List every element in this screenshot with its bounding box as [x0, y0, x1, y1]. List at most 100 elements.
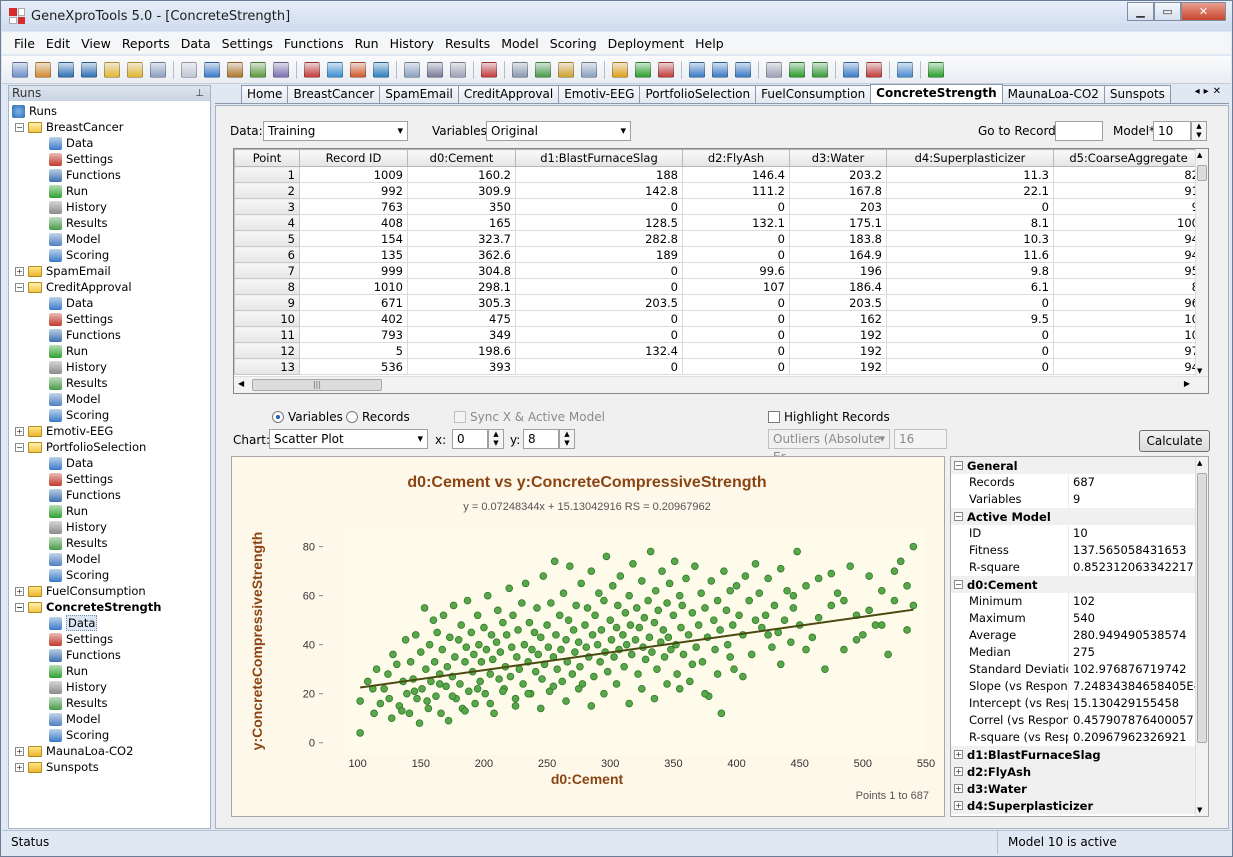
menu-file[interactable]: File	[14, 36, 35, 51]
table-cell[interactable]: 142.8	[515, 182, 683, 199]
new-file-icon[interactable]	[12, 61, 28, 78]
table-cell[interactable]: 671	[299, 294, 408, 311]
list-icon[interactable]	[581, 61, 597, 78]
tree-item-functions[interactable]: Functions	[49, 647, 121, 663]
table-cell[interactable]: 0	[886, 326, 1054, 343]
tree-item-model[interactable]: Model	[49, 231, 101, 247]
warning-icon[interactable]	[227, 61, 243, 78]
property-row[interactable]: R-square (vs Response 0.20967962326921	[951, 729, 1195, 746]
tree-item-results[interactable]: Results	[49, 535, 108, 551]
table-cell[interactable]: 9.5	[886, 310, 1054, 327]
table-cell[interactable]: 5	[299, 342, 408, 359]
column-header[interactable]: d4:Superplasticizer	[886, 149, 1054, 167]
expand-icon[interactable]: +	[15, 426, 24, 436]
tree-root-runs[interactable]: Runs	[12, 103, 57, 119]
tree-item-functions[interactable]: Functions	[49, 167, 121, 183]
tree-item-history[interactable]: History	[49, 359, 107, 375]
menu-history[interactable]: History	[390, 36, 434, 51]
table-cell[interactable]: 111.2	[682, 182, 790, 199]
tree-item-history[interactable]: History	[49, 519, 107, 535]
tab-creditapproval[interactable]: CreditApproval	[457, 85, 560, 103]
row-header-cell[interactable]: 8	[234, 278, 300, 295]
column-header[interactable]: d2:FlyAsh	[682, 149, 790, 167]
table-cell[interactable]: 154	[299, 230, 408, 247]
function-icon[interactable]	[404, 61, 420, 78]
row-header-cell[interactable]: 10	[234, 310, 300, 327]
tree-item-results[interactable]: Results	[49, 695, 108, 711]
property-category[interactable]: − General	[951, 457, 1195, 474]
menu-model[interactable]: Model	[501, 36, 539, 51]
layout-icon[interactable]	[897, 61, 913, 78]
table-cell[interactable]: 91	[1053, 182, 1204, 199]
menu-view[interactable]: View	[81, 36, 111, 51]
chart-icon[interactable]	[304, 61, 320, 78]
collapse-icon[interactable]: −	[15, 602, 24, 612]
tree-item-settings[interactable]: Settings	[49, 151, 113, 167]
properties-scrollbar[interactable]: ▲ ▼	[1195, 457, 1208, 816]
table-cell[interactable]: 350	[407, 198, 516, 215]
folder-open-icon[interactable]	[127, 61, 143, 78]
column-header[interactable]: d5:CoarseAggregate	[1053, 149, 1204, 167]
table-cell[interactable]: 0	[515, 278, 683, 295]
model-spinner[interactable]: ▲ ▼	[1191, 121, 1207, 141]
column-header[interactable]: Point	[234, 149, 300, 167]
tree-item-data[interactable]: Data	[49, 135, 93, 151]
row-header-cell[interactable]: 6	[234, 246, 300, 263]
highlight-records-checkbox[interactable]: Highlight Records	[768, 410, 890, 424]
tree-project-concretestrength[interactable]: − ConcreteStrength	[15, 599, 161, 615]
table-cell[interactable]: 8	[1053, 278, 1204, 295]
row-header-cell[interactable]: 5	[234, 230, 300, 247]
table-row[interactable]: 81010298.10107186.46.18	[234, 278, 1204, 295]
property-category[interactable]: + d2:FlyAsh	[951, 763, 1195, 780]
table-cell[interactable]: 135	[299, 246, 408, 263]
property-row[interactable]: Fitness 137.565058431653	[951, 542, 1195, 559]
table-row[interactable]: 6 135 362.6 189 0 164.9 11.6 94	[234, 246, 1204, 263]
model-icon[interactable]	[689, 61, 705, 78]
table-cell[interactable]: 175.1	[789, 214, 887, 231]
tree-project-emotiv-eeg[interactable]: + Emotiv-EEG	[15, 423, 113, 439]
records-radio[interactable]: Records	[346, 410, 410, 424]
tree-item-data[interactable]: Data	[49, 295, 93, 311]
property-row[interactable]: Maximum 540	[951, 610, 1195, 627]
row-header-cell[interactable]: 11	[234, 326, 300, 343]
tab-spamemail[interactable]: SpamEmail	[379, 85, 459, 103]
property-row[interactable]: R-square 0.852312063342217	[951, 559, 1195, 576]
table-cell[interactable]: 0	[682, 310, 790, 327]
table-cell[interactable]: 8.1	[886, 214, 1054, 231]
table-cell[interactable]: 96	[1053, 294, 1204, 311]
maximize-button[interactable]: ▭	[1154, 2, 1181, 21]
property-row[interactable]: Standard Deviation 102.976876719742	[951, 661, 1195, 678]
scroll-down-icon[interactable]: ▼	[1197, 367, 1202, 375]
row-header-cell[interactable]: 9	[234, 294, 300, 311]
table-cell[interactable]: 203.2	[789, 166, 887, 183]
table-cell[interactable]: 11.6	[886, 246, 1054, 263]
shapes-icon[interactable]	[350, 61, 366, 78]
scroll-left-icon[interactable]: ◀	[238, 379, 244, 388]
goto-record-input[interactable]	[1055, 121, 1103, 141]
table-row[interactable]: 37633500020309	[234, 198, 1204, 215]
menu-scoring[interactable]: Scoring	[550, 36, 597, 51]
expand-icon[interactable]: +	[15, 762, 24, 772]
table-cell[interactable]: 0	[682, 358, 790, 375]
expand-icon[interactable]: +	[15, 266, 24, 276]
sync-checkbox[interactable]: Sync X & Active Model	[454, 410, 605, 424]
folder-icon[interactable]	[104, 61, 120, 78]
scroll-right-icon[interactable]: ▶	[1184, 379, 1190, 388]
table-row[interactable]: 5 154 323.7 282.8 0 183.8 10.3 94	[234, 230, 1204, 247]
data-select[interactable]: Training	[263, 121, 408, 141]
tree-item-data[interactable]: Data	[49, 615, 98, 631]
table-cell[interactable]: 0	[682, 326, 790, 343]
table-cell[interactable]: 402	[299, 310, 408, 327]
table-cell[interactable]: 0	[682, 246, 790, 263]
tree-item-settings[interactable]: Settings	[49, 471, 113, 487]
report-icon[interactable]	[273, 61, 289, 78]
table-cell[interactable]: 10.3	[886, 230, 1054, 247]
table-cell[interactable]: 162	[789, 310, 887, 327]
tree-icon[interactable]	[712, 61, 728, 78]
expand-icon[interactable]: +	[954, 750, 963, 759]
table-cell[interactable]: 1009	[299, 166, 408, 183]
tree-item-settings[interactable]: Settings	[49, 631, 113, 647]
tree-project-portfolioselection[interactable]: − PortfolioSelection	[15, 439, 146, 455]
table-cell[interactable]: 0	[886, 294, 1054, 311]
expand-icon[interactable]: +	[954, 784, 963, 793]
